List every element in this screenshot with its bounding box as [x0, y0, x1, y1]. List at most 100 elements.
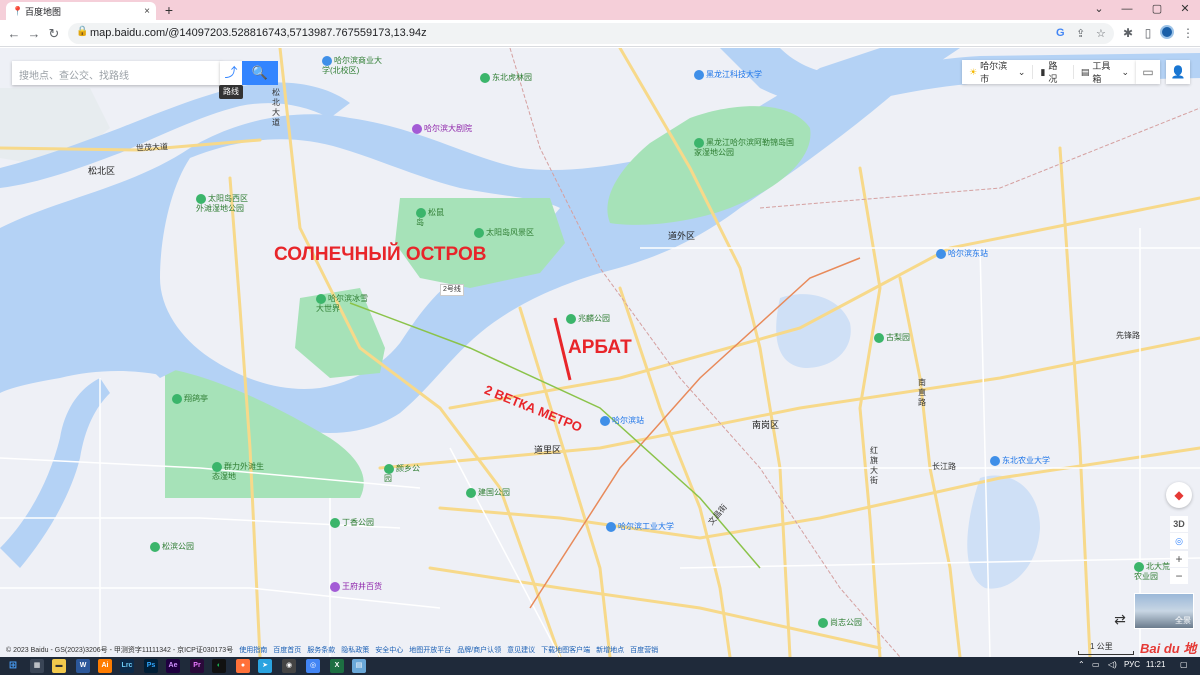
poi-marker[interactable]: 颜乡公园: [384, 464, 424, 483]
poi-marker[interactable]: 黑龙江哈尔滨阿勒锦岛国家湿地公园: [694, 138, 794, 157]
new-tab-button[interactable]: +: [160, 2, 178, 18]
music-app-icon[interactable]: ◐: [212, 659, 226, 673]
3d-toggle-button[interactable]: 3D: [1170, 516, 1188, 532]
keyboard-language[interactable]: РУС: [1124, 660, 1140, 669]
tab-close-icon[interactable]: ×: [144, 6, 150, 17]
footer-link[interactable]: 百度营销: [630, 645, 658, 657]
photoshop-icon[interactable]: Ps: [144, 659, 158, 673]
windows-taskbar: ⊞ ▦ ▬ W Ai Lrc Ps Ae Pr ◐ ● ➤ ◉ ◎ X ▤ ⌃ …: [0, 657, 1200, 675]
message-icon[interactable]: ▭: [1136, 60, 1160, 84]
word-icon[interactable]: W: [76, 659, 90, 673]
swap-layer-icon[interactable]: ⇄: [1110, 611, 1130, 631]
firefox-icon[interactable]: ●: [236, 659, 250, 673]
route-planning-icon[interactable]: ⤴: [220, 61, 242, 85]
toolbox-menu[interactable]: ▤ 工具箱 ⌄: [1074, 61, 1136, 84]
file-explorer-icon[interactable]: ▬: [52, 659, 66, 673]
tab-search-chevron-icon[interactable]: ⌄: [1084, 0, 1114, 20]
illustrator-icon[interactable]: Ai: [98, 659, 112, 673]
zoom-in-button[interactable]: +: [1170, 551, 1188, 567]
park-icon: [196, 194, 206, 204]
theater-icon: [412, 124, 422, 134]
street-view-thumbnail[interactable]: 全景: [1134, 593, 1194, 629]
road-label: 红旗大街: [870, 446, 878, 485]
side-panel-icon[interactable]: ▯: [1140, 25, 1156, 41]
footer-link[interactable]: 新增地点: [596, 645, 624, 657]
poi-marker[interactable]: 松滨公园: [150, 542, 194, 552]
bookmark-star-icon[interactable]: ☆: [1096, 27, 1106, 40]
locate-icon[interactable]: ◎: [1170, 533, 1188, 549]
clock[interactable]: 11:21: [1146, 660, 1165, 669]
footer-link[interactable]: 品牌/商户认领: [457, 645, 501, 657]
maximize-button[interactable]: ▢: [1142, 0, 1172, 20]
address-bar[interactable]: 🔒 map.baidu.com/@14097203.528816743,5713…: [68, 23, 1114, 44]
traffic-toggle[interactable]: ▮ 路况: [1033, 61, 1074, 84]
more-menu-icon[interactable]: ⋮: [1180, 25, 1196, 41]
poi-marker[interactable]: 东北虎林园: [480, 73, 532, 83]
share-icon[interactable]: ⇪: [1076, 27, 1085, 40]
premiere-icon[interactable]: Pr: [190, 659, 204, 673]
footer-link[interactable]: 意见建议: [507, 645, 535, 657]
extensions-puzzle-icon[interactable]: ✱: [1120, 25, 1136, 41]
excel-icon[interactable]: X: [330, 659, 344, 673]
footer-link[interactable]: 隐私政策: [341, 645, 369, 657]
poi-marker[interactable]: 古梨园: [874, 333, 910, 343]
network-icon[interactable]: ▭: [1092, 660, 1100, 669]
minimize-button[interactable]: —: [1112, 0, 1142, 20]
app-icon[interactable]: ◉: [282, 659, 296, 673]
poi-marker[interactable]: 哈尔滨商业大学(北校区): [322, 56, 382, 75]
volume-icon[interactable]: ◁): [1108, 660, 1117, 669]
map-search-input[interactable]: 搜地点、查公交、找路线: [12, 61, 222, 85]
zoom-out-button[interactable]: −: [1170, 568, 1188, 584]
poi-marker[interactable]: 太阳岛风景区: [474, 228, 534, 238]
poi-marker[interactable]: 松鼠岛: [416, 208, 446, 227]
poi-marker[interactable]: 兆麟公园: [566, 314, 610, 324]
notes-icon[interactable]: ▤: [352, 659, 366, 673]
poi-marker[interactable]: 太阳岛西区外滩湿地公园: [196, 194, 252, 213]
poi-marker[interactable]: 王府井百货: [330, 582, 382, 592]
chrome-icon[interactable]: ◎: [306, 659, 320, 673]
back-arrow-icon[interactable]: ←: [4, 24, 24, 44]
lightroom-icon[interactable]: Lrc: [120, 659, 134, 673]
footer-link[interactable]: 服务条款: [307, 645, 335, 657]
poi-marker[interactable]: 哈尔滨工业大学: [606, 522, 674, 532]
poi-marker[interactable]: 东北农业大学: [990, 456, 1050, 466]
footer-link[interactable]: 使用指南: [239, 645, 267, 657]
poi-marker[interactable]: 哈尔滨东站: [936, 249, 988, 259]
traffic-light-icon: ▮: [1040, 66, 1046, 77]
close-window-button[interactable]: ✕: [1170, 0, 1200, 20]
footer-link[interactable]: 安全中心: [375, 645, 403, 657]
poi-marker[interactable]: 北大荒农业园: [1134, 562, 1170, 581]
poi-marker[interactable]: 翔鸽亭: [172, 394, 208, 404]
compass-icon[interactable]: ◆: [1166, 482, 1192, 508]
search-icon: 🔍: [251, 65, 269, 80]
footer-link[interactable]: 百度首页: [273, 645, 301, 657]
reload-icon[interactable]: ↻: [44, 24, 64, 44]
poi-marker[interactable]: 黑龙江科技大学: [694, 70, 762, 80]
profile-avatar-icon[interactable]: [1160, 25, 1174, 39]
user-avatar-icon[interactable]: 👤: [1166, 60, 1190, 84]
tray-chevron-icon[interactable]: ⌃: [1078, 660, 1085, 669]
browser-tab[interactable]: 📍 百度地图 ×: [6, 2, 156, 20]
city-selector[interactable]: ☀ 哈尔滨市 ⌄: [962, 61, 1034, 84]
windows-start-icon[interactable]: ⊞: [6, 659, 20, 673]
park-icon: [1134, 562, 1144, 572]
poi-marker[interactable]: 丁香公园: [330, 518, 374, 528]
url-text[interactable]: map.baidu.com/@14097203.528816743,571398…: [90, 27, 427, 39]
footer-link[interactable]: 地图开放平台: [409, 645, 451, 657]
calculator-icon[interactable]: ▦: [30, 659, 44, 673]
poi-marker[interactable]: 群力外滩生态湿地: [212, 462, 268, 481]
poi-marker[interactable]: 尚志公园: [818, 618, 862, 628]
poi-marker[interactable]: 哈尔滨站: [600, 416, 644, 426]
poi-marker[interactable]: 哈尔滨大剧院: [412, 124, 472, 134]
poi-marker[interactable]: 哈尔滨冰雪大世界: [316, 294, 374, 313]
forward-arrow-icon[interactable]: →: [24, 24, 44, 44]
poi-marker[interactable]: 建国公园: [466, 488, 510, 498]
footer-link[interactable]: 下载地图客户端: [541, 645, 590, 657]
map-canvas[interactable]: 搜地点、查公交、找路线 ⤴ 路线 🔍 ☀ 哈尔滨市 ⌄ ▮ 路况 ▤ 工具箱 ⌄ ▭ 👤 …: [0, 48, 1200, 657]
after-effects-icon[interactable]: Ae: [166, 659, 180, 673]
telegram-icon[interactable]: ➤: [258, 659, 272, 673]
search-button[interactable]: 🔍: [242, 61, 278, 85]
google-translate-icon[interactable]: G: [1056, 27, 1065, 39]
road-label: 南直路: [918, 378, 926, 407]
notifications-icon[interactable]: ▢: [1180, 660, 1188, 669]
